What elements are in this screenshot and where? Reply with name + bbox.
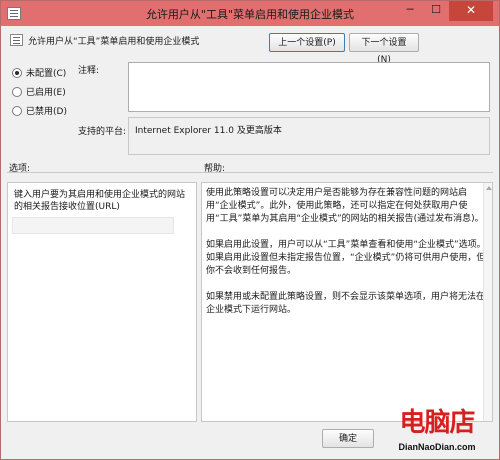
site-watermark: 电脑店 DianNaoDian.com <box>378 408 496 458</box>
radio-empty-icon <box>12 105 22 116</box>
radio-label: 已启用(E) <box>26 88 66 98</box>
help-paragraph: 使用此策略设置可以决定用户是否能够为存在兼容性问题的网站启用“企业模式”。此外，… <box>206 188 484 224</box>
comment-textarea[interactable] <box>128 62 490 112</box>
radio-disabled[interactable]: 已禁用(D) <box>12 104 67 117</box>
radio-enabled[interactable]: 已启用(E) <box>12 85 66 98</box>
help-scrollbar[interactable] <box>483 183 492 421</box>
section-divider <box>7 172 493 173</box>
radio-label: 已禁用(D) <box>26 107 67 117</box>
help-paragraph: 如果禁用或未配置此策略设置，则不会显示该菜单选项，用户将无法在企业模式下运行网站… <box>206 292 486 315</box>
radio-label: 未配置(C) <box>26 69 67 79</box>
url-instruction-text: 键入用户要为其启用和使用企业模式的网站的相关报告接收位置(URL) <box>14 190 186 212</box>
supported-platform-value: Internet Explorer 11.0 及更高版本 <box>135 126 282 136</box>
previous-setting-button[interactable]: 上一个设置(P) <box>269 33 345 52</box>
policy-name: 允许用户从“工具”菜单启用和使用企业模式 <box>28 37 200 47</box>
minimize-button[interactable]: ─ <box>397 1 423 21</box>
watermark-url: DianNaoDian.com <box>398 442 476 452</box>
options-pane: 键入用户要为其启用和使用企业模式的网站的相关报告接收位置(URL) <box>7 182 197 422</box>
radio-selected-icon <box>12 67 22 78</box>
close-button[interactable]: ✕ <box>449 1 493 21</box>
help-pane: 使用此策略设置可以决定用户是否能够为存在兼容性问题的网站启用“企业模式”。此外，… <box>201 182 493 422</box>
supported-platform-field: Internet Explorer 11.0 及更高版本 <box>128 117 490 155</box>
radio-not-configured[interactable]: 未配置(C) <box>12 66 66 79</box>
help-paragraph: 如果启用此设置，用户可以从“工具”菜单查看和使用“企业模式”选项。如果启用此设置… <box>206 240 486 276</box>
watermark-logo: 电脑店 <box>399 408 475 438</box>
supported-platform-label: 支持的平台: <box>78 127 127 137</box>
report-url-input[interactable] <box>12 217 174 234</box>
comment-label: 注释: <box>78 66 100 76</box>
policy-setting-icon <box>10 34 23 46</box>
policy-dialog-window: 允许用户从"工具"菜单启用和使用企业模式 ─ ☐ ✕ 允许用户从“工具”菜单启用… <box>0 0 500 460</box>
radio-empty-icon <box>12 86 22 97</box>
title-bar[interactable]: 允许用户从"工具"菜单启用和使用企业模式 ─ ☐ ✕ <box>1 1 499 26</box>
maximize-button[interactable]: ☐ <box>423 1 449 21</box>
ok-button[interactable]: 确定 <box>322 429 374 448</box>
next-setting-button[interactable]: 下一个设置(N) <box>349 33 419 65</box>
window-controls: ─ ☐ ✕ <box>397 1 493 22</box>
